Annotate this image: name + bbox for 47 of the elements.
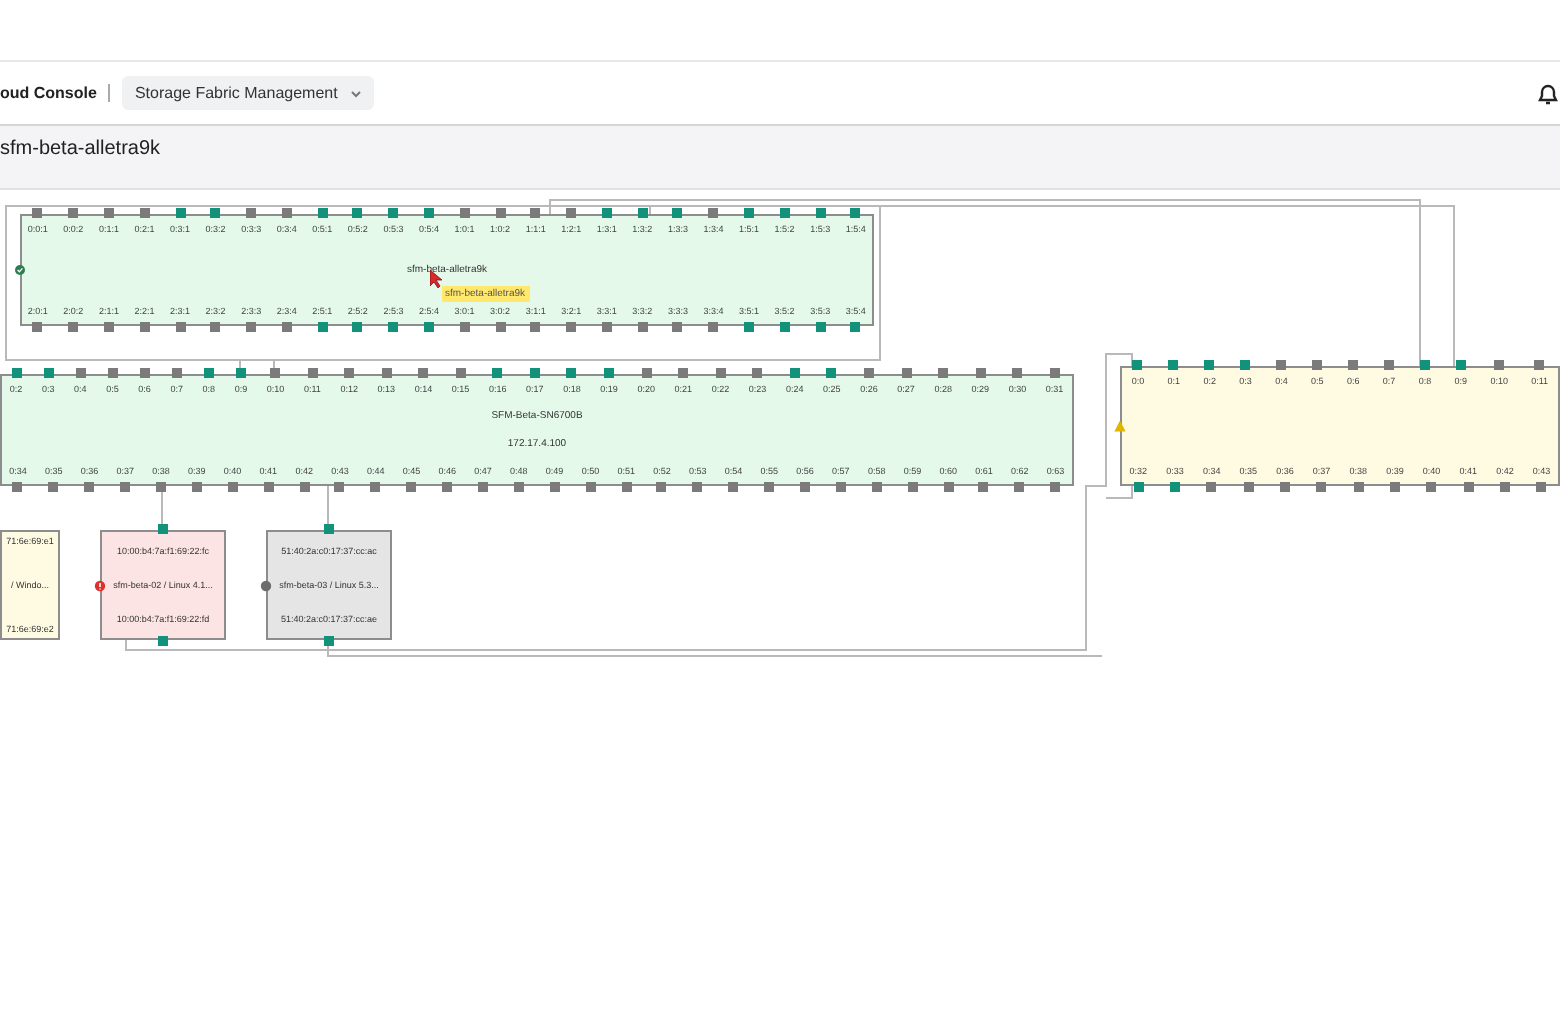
active-port-icon[interactable] xyxy=(43,368,54,378)
active-port-icon[interactable] xyxy=(317,208,328,218)
active-port-icon[interactable] xyxy=(566,368,577,378)
active-port-icon[interactable] xyxy=(235,368,246,378)
active-port-icon[interactable] xyxy=(352,208,363,218)
active-port-icon[interactable] xyxy=(826,368,837,378)
active-port-icon[interactable] xyxy=(1455,360,1466,370)
active-port-icon[interactable] xyxy=(850,208,861,218)
switch-node[interactable] xyxy=(1120,366,1560,486)
active-port-icon[interactable] xyxy=(11,368,22,378)
active-port-icon[interactable] xyxy=(388,322,399,332)
active-port-icon[interactable] xyxy=(789,368,800,378)
bell-icon[interactable] xyxy=(1536,81,1560,105)
switch-node[interactable] xyxy=(0,374,1074,486)
active-port-icon[interactable] xyxy=(815,322,826,332)
active-port-icon[interactable] xyxy=(601,208,612,218)
active-port-icon[interactable] xyxy=(850,322,861,332)
active-port-icon[interactable] xyxy=(815,208,826,218)
active-port-icon[interactable] xyxy=(423,208,434,218)
active-port-icon[interactable] xyxy=(672,208,683,218)
active-port-icon[interactable] xyxy=(352,322,363,332)
active-port-icon[interactable] xyxy=(779,208,790,218)
active-port-icon[interactable] xyxy=(175,208,185,218)
active-port-icon[interactable] xyxy=(529,368,540,378)
active-port-icon[interactable] xyxy=(1204,360,1215,370)
active-port-icon[interactable] xyxy=(1133,482,1144,492)
active-port-icon[interactable] xyxy=(203,368,214,378)
active-port-icon[interactable] xyxy=(1168,360,1179,370)
page-title: sfm-beta-alletra9k xyxy=(0,138,161,160)
product-menu[interactable]: Storage Fabric Management xyxy=(122,76,374,110)
storage-node[interactable] xyxy=(20,214,874,326)
active-port-icon[interactable] xyxy=(637,208,648,218)
app-title: oud Console xyxy=(0,84,97,102)
active-port-icon[interactable] xyxy=(492,368,503,378)
mouse-pointer-icon xyxy=(429,270,441,288)
active-port-icon[interactable] xyxy=(1132,360,1143,370)
active-port-icon[interactable] xyxy=(1169,482,1180,492)
host-node[interactable] xyxy=(100,530,226,640)
active-port-icon[interactable] xyxy=(779,322,790,332)
active-port-icon[interactable] xyxy=(388,208,399,218)
active-port-icon[interactable] xyxy=(423,322,434,332)
host-node[interactable] xyxy=(0,530,60,640)
host-node[interactable] xyxy=(266,530,392,640)
chevron-down-icon xyxy=(349,89,362,97)
active-port-icon[interactable] xyxy=(1240,360,1251,370)
active-port-icon[interactable] xyxy=(317,322,328,332)
active-port-icon[interactable] xyxy=(210,208,221,218)
